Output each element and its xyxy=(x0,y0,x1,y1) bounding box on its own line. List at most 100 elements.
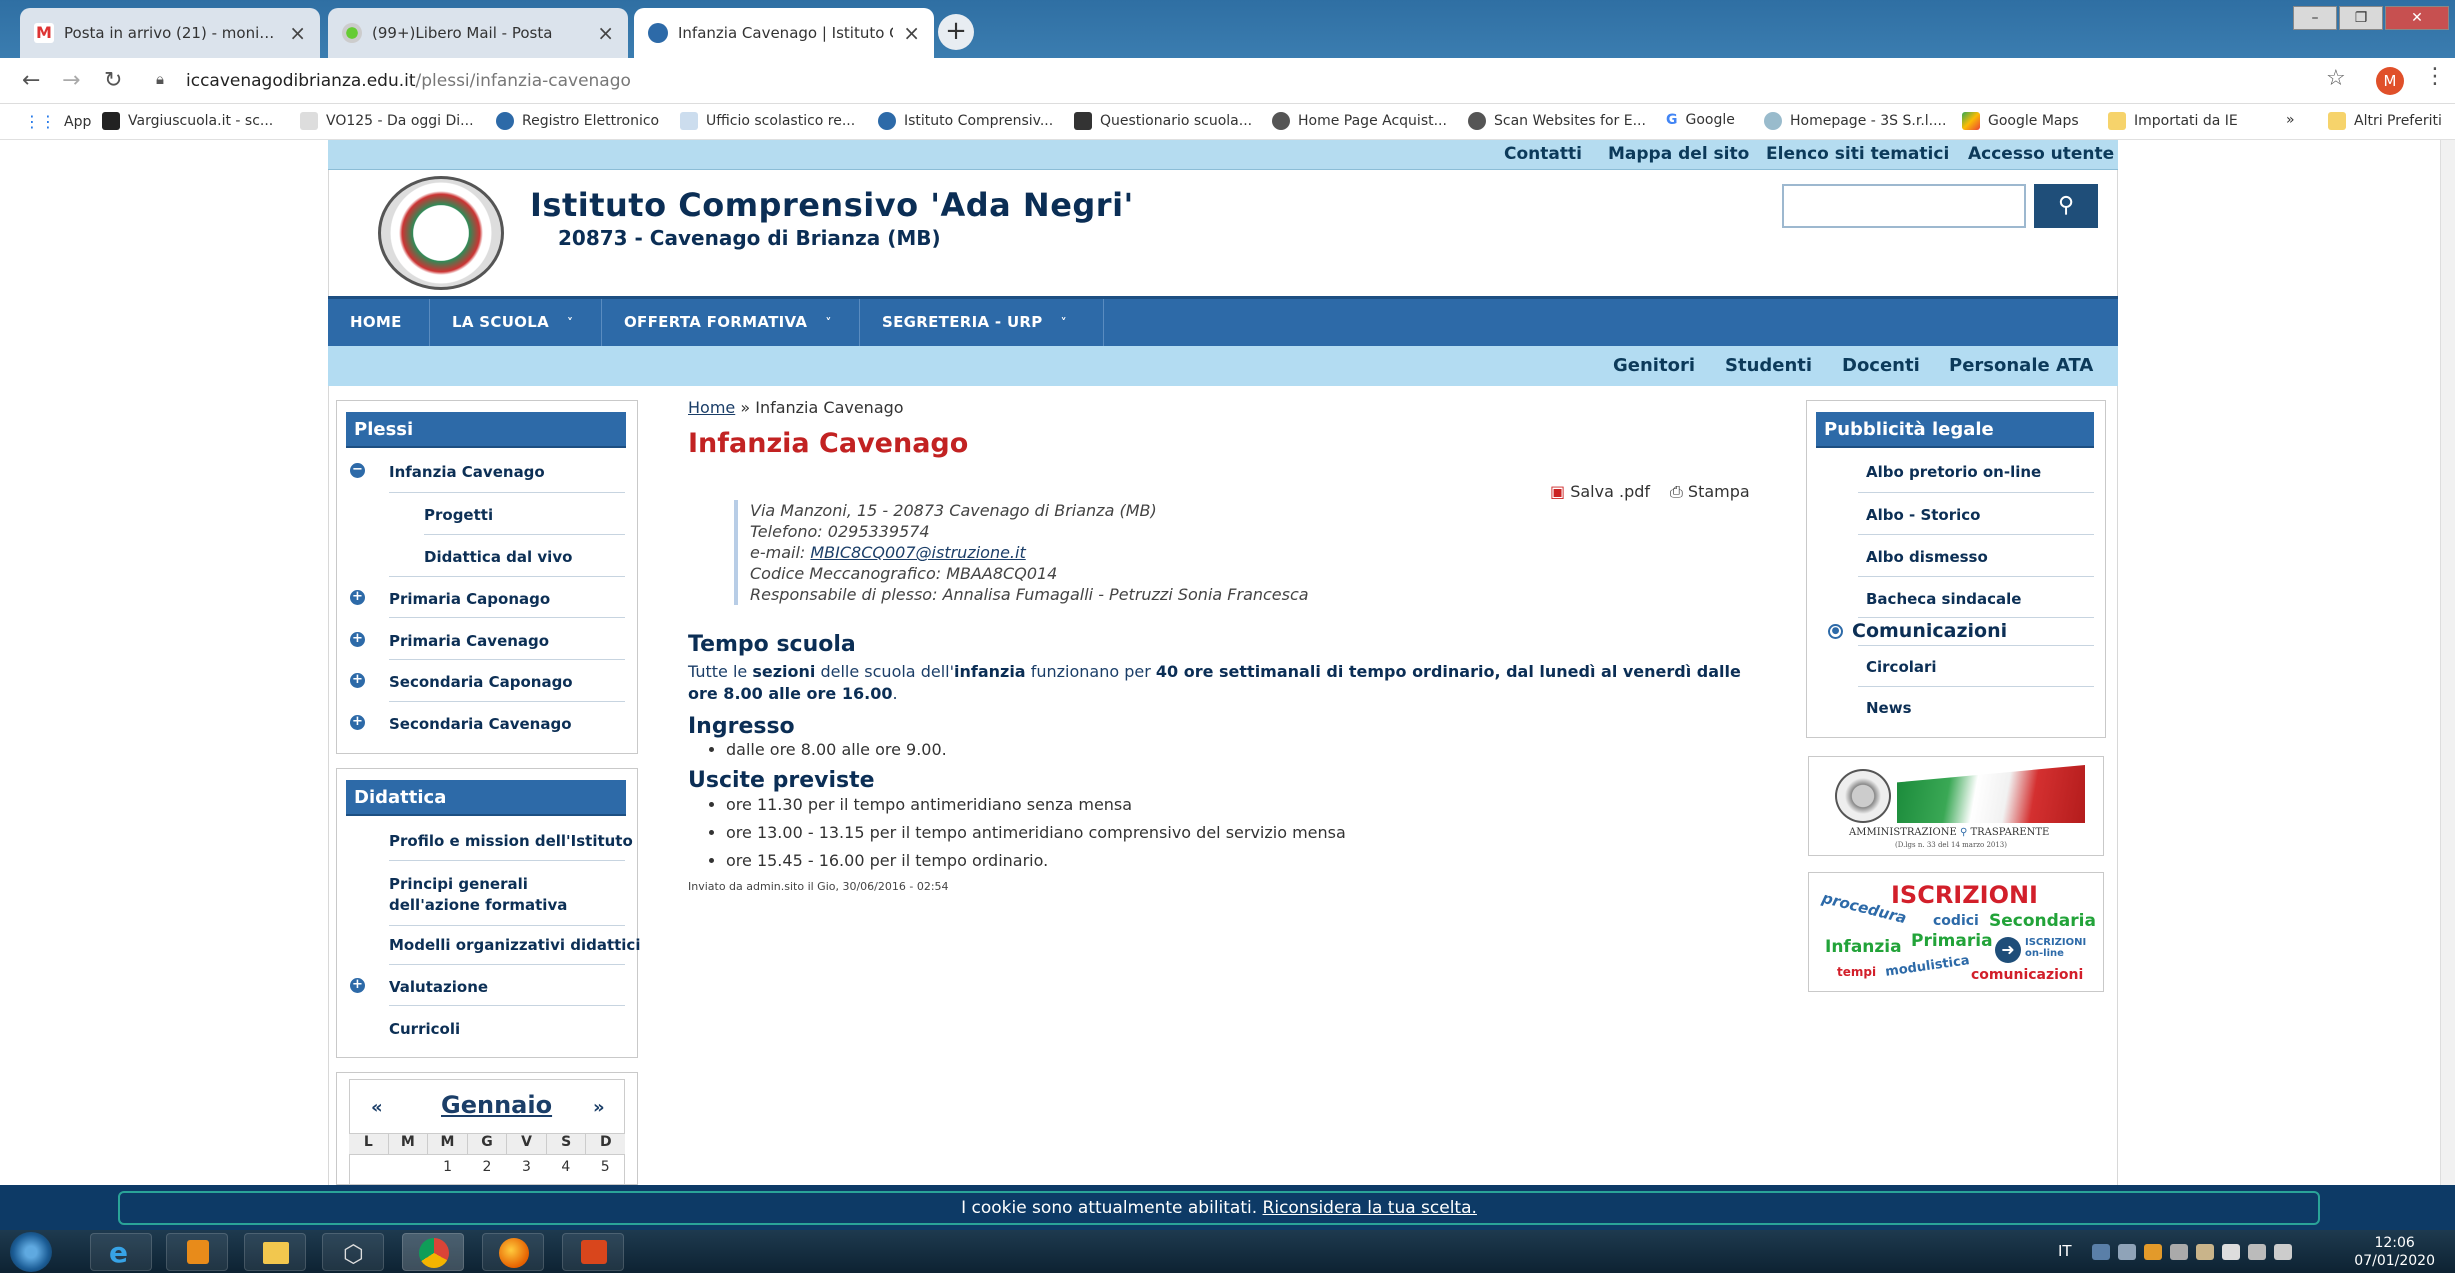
tab-infanzia-cavenago[interactable]: Infanzia Cavenago | Istituto Com × xyxy=(634,8,934,58)
bookmark-item[interactable]: Registro Elettronico xyxy=(496,112,659,130)
nav-docenti[interactable]: Docenti xyxy=(1842,355,1920,376)
close-window-button[interactable]: ✕ xyxy=(2385,6,2449,30)
right-item-news[interactable]: News xyxy=(1866,699,1912,717)
plessi-item-infanzia-cavenago[interactable]: Infanzia Cavenago xyxy=(389,463,545,481)
bookmark-star-icon[interactable]: ☆ xyxy=(2326,66,2346,91)
bookmark-item[interactable]: VO125 - Da oggi Di... xyxy=(300,112,474,130)
cookie-reconsider-link[interactable]: Riconsidera la tua scelta. xyxy=(1263,1198,1477,1218)
link-accesso-utente[interactable]: Accesso utente xyxy=(1968,144,2114,164)
plus-circle-icon[interactable]: + xyxy=(350,715,365,730)
right-item-albo-dismesso[interactable]: Albo dismesso xyxy=(1866,548,1988,566)
bookmark-folder[interactable]: Altri Preferiti xyxy=(2328,112,2442,130)
nav-genitori[interactable]: Genitori xyxy=(1613,355,1695,376)
didattica-item-principi[interactable]: Principi generali dell'azione formativa xyxy=(389,874,609,916)
link-siti-tematici[interactable]: Elenco siti tematici xyxy=(1766,144,1949,164)
link-mappa-sito[interactable]: Mappa del sito xyxy=(1608,144,1749,164)
right-item-bacheca-sindacale[interactable]: Bacheca sindacale xyxy=(1866,590,2021,608)
calendar-next-button[interactable]: » xyxy=(593,1097,605,1118)
tray-app-icon[interactable] xyxy=(2118,1244,2136,1260)
calendar-prev-button[interactable]: « xyxy=(371,1097,383,1118)
monitor-icon[interactable] xyxy=(2248,1244,2266,1260)
didattica-item-curricoli[interactable]: Curricoli xyxy=(389,1020,460,1038)
network-icon[interactable] xyxy=(2092,1244,2110,1260)
taskbar-chrome[interactable] xyxy=(402,1233,464,1271)
plessi-item-primaria-caponago[interactable]: Primaria Caponago xyxy=(389,590,550,608)
tray-app-icon[interactable] xyxy=(2196,1244,2214,1260)
iscrizioni-banner[interactable]: ISCRIZIONI procedura codici Secondaria I… xyxy=(1808,872,2104,992)
bookmark-item[interactable]: Istituto Comprensiv... xyxy=(878,112,1053,130)
nav-la-scuola[interactable]: LA SCUOLA ˅ xyxy=(430,299,602,346)
calendar-day[interactable]: 5 xyxy=(586,1159,625,1179)
bookmark-item[interactable]: Questionario scuola... xyxy=(1074,112,1252,130)
calendar-day[interactable]: 3 xyxy=(507,1159,546,1179)
volume-icon[interactable] xyxy=(2274,1244,2292,1260)
minus-circle-icon[interactable]: − xyxy=(350,463,365,478)
search-button[interactable]: ⚲ xyxy=(2034,184,2098,228)
bookmark-item[interactable]: G Google xyxy=(1666,112,1735,128)
bookmark-item[interactable]: Vargiuscuola.it - sc... xyxy=(102,112,273,130)
back-arrow-icon[interactable]: ← xyxy=(22,68,40,93)
taskbar-media-player[interactable] xyxy=(166,1233,228,1271)
tab-gmail[interactable]: M Posta in arrivo (21) - monicaerba × xyxy=(20,8,320,58)
right-item-albo-storico[interactable]: Albo - Storico xyxy=(1866,506,1980,524)
plessi-item-secondaria-caponago[interactable]: Secondaria Caponago xyxy=(389,673,573,691)
taskbar-firefox[interactable] xyxy=(482,1233,544,1271)
close-tab-icon[interactable]: × xyxy=(289,21,306,45)
plessi-item-primaria-cavenago[interactable]: Primaria Cavenago xyxy=(389,632,549,650)
taskbar-clock[interactable]: 12:06 07/01/2020 xyxy=(2354,1234,2435,1270)
calendar-day[interactable]: 1 xyxy=(428,1159,467,1179)
email-link[interactable]: MBIC8CQ007@istruzione.it xyxy=(810,543,1025,562)
flag-icon[interactable] xyxy=(2222,1244,2240,1260)
bookmark-item[interactable]: Scan Websites for E... xyxy=(1468,112,1646,130)
profile-avatar[interactable]: M xyxy=(2376,67,2404,95)
close-tab-icon[interactable]: × xyxy=(597,21,614,45)
menu-dots-icon[interactable]: ⋮ xyxy=(2424,64,2446,89)
reload-icon[interactable]: ↻ xyxy=(104,68,122,93)
breadcrumb-home-link[interactable]: Home xyxy=(688,398,735,417)
url-field[interactable]: iccavenagodibrianza.edu.it/plessi/infanz… xyxy=(186,66,2306,96)
right-item-circolari[interactable]: Circolari xyxy=(1866,658,1937,676)
tray-app-icon[interactable] xyxy=(2144,1244,2162,1260)
maximize-button[interactable]: ❐ xyxy=(2339,6,2383,30)
tray-app-icon[interactable] xyxy=(2170,1244,2188,1260)
new-tab-button[interactable]: + xyxy=(938,14,974,50)
school-logo[interactable] xyxy=(378,176,504,290)
nav-studenti[interactable]: Studenti xyxy=(1725,355,1812,376)
didattica-item-profilo[interactable]: Profilo e mission dell'Istituto xyxy=(389,832,633,850)
bookmark-folder[interactable]: Importati da IE xyxy=(2108,112,2238,130)
right-item-comunicazioni[interactable]: Comunicazioni xyxy=(1852,620,2007,642)
calendar-month[interactable]: Gennaio xyxy=(441,1091,552,1119)
minimize-button[interactable]: – xyxy=(2293,6,2337,30)
nav-offerta-formativa[interactable]: OFFERTA FORMATIVA ˅ xyxy=(602,299,860,346)
site-title[interactable]: Istituto Comprensivo 'Ada Negri' xyxy=(530,186,1134,224)
plus-circle-icon[interactable]: + xyxy=(350,673,365,688)
more-bookmarks-button[interactable]: » xyxy=(2286,112,2295,128)
search-input[interactable] xyxy=(1782,184,2026,228)
right-item-albo-pretorio[interactable]: Albo pretorio on-line xyxy=(1866,463,2041,481)
calendar-day[interactable]: 2 xyxy=(467,1159,506,1179)
taskbar-ie[interactable]: e xyxy=(90,1233,152,1271)
language-indicator[interactable]: IT xyxy=(2058,1242,2072,1260)
start-button[interactable] xyxy=(10,1232,52,1272)
didattica-item-modelli[interactable]: Modelli organizzativi didattici xyxy=(389,936,640,954)
plessi-item-didattica-dal-vivo[interactable]: Didattica dal vivo xyxy=(424,548,572,566)
bookmark-item[interactable]: Home Page Acquist... xyxy=(1272,112,1447,130)
close-tab-icon[interactable]: × xyxy=(903,21,920,45)
calendar-day[interactable]: 4 xyxy=(546,1159,585,1179)
taskbar-app-red[interactable] xyxy=(562,1233,624,1271)
amministrazione-trasparente-banner[interactable]: AMMINISTRAZIONE ⚲ TRASPARENTE (D.lgs n. … xyxy=(1808,756,2104,856)
plus-circle-icon[interactable]: + xyxy=(350,978,365,993)
forward-arrow-icon[interactable]: → xyxy=(62,68,80,93)
vertical-scrollbar[interactable] xyxy=(2440,140,2455,1230)
plessi-item-progetti[interactable]: Progetti xyxy=(424,506,493,524)
bookmark-item[interactable]: Ufficio scolastico re... xyxy=(680,112,855,130)
bookmark-item[interactable]: ⋮⋮ App xyxy=(24,112,91,131)
nav-segreteria-urp[interactable]: SEGRETERIA - URP ˅ xyxy=(860,299,1104,346)
bookmark-item[interactable]: Homepage - 3S S.r.l.... xyxy=(1764,112,1946,130)
nav-home[interactable]: HOME xyxy=(328,299,430,346)
taskbar-explorer[interactable] xyxy=(244,1233,306,1271)
bookmark-item[interactable]: Google Maps xyxy=(1962,112,2079,130)
save-pdf-button[interactable]: ▣ Salva .pdf xyxy=(1550,482,1650,502)
plus-circle-icon[interactable]: + xyxy=(350,590,365,605)
nav-personale-ata[interactable]: Personale ATA xyxy=(1949,355,2093,376)
